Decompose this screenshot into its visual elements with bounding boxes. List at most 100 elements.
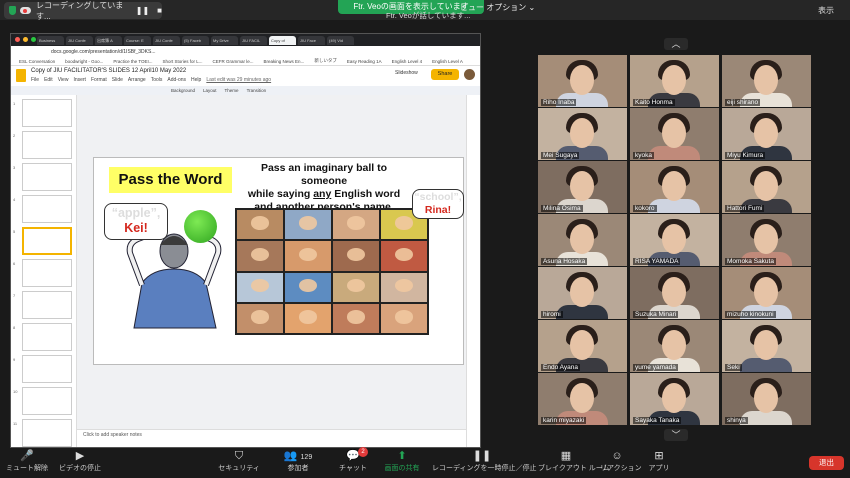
slide-thumbnail[interactable]: [22, 131, 72, 159]
participant-video-tile[interactable]: Momoka Sakuta: [722, 214, 811, 266]
menu-add-ons[interactable]: Add-ons: [167, 77, 186, 83]
menu-view[interactable]: View: [58, 77, 69, 83]
slide-thumbnail[interactable]: [22, 323, 72, 351]
participant-video-tile[interactable]: yume yamada: [630, 320, 719, 372]
bookmark-item[interactable]: English Level A: [432, 59, 463, 64]
browser-tab[interactable]: Course: E: [124, 35, 151, 45]
participant-video-tile[interactable]: Seki: [722, 320, 811, 372]
theme-button[interactable]: Theme: [225, 88, 239, 93]
participant-video-tile[interactable]: kyoka: [630, 108, 719, 160]
bookmark-item[interactable]: 新しいタブ: [314, 58, 337, 64]
maximize-window-icon[interactable]: [31, 37, 36, 42]
background-button[interactable]: Background: [171, 88, 195, 93]
menu-insert[interactable]: Insert: [73, 77, 86, 83]
current-slide[interactable]: Pass the Word Pass an imaginary ball to …: [93, 157, 464, 365]
menu-format[interactable]: Format: [91, 77, 107, 83]
browser-tab[interactable]: Business: [37, 35, 64, 45]
bookmark-item[interactable]: Practice the TOEI...: [113, 59, 152, 64]
slide-thumbnail[interactable]: [22, 387, 72, 415]
layout-button[interactable]: Layout: [203, 88, 217, 93]
browser-tab-active[interactable]: Copy of: [269, 35, 296, 45]
slide-thumbnail-selected[interactable]: [22, 227, 72, 255]
recording-indicator[interactable]: レコーディングしています... ❚❚ ■: [4, 1, 162, 21]
browser-tab[interactable]: My Drive: [211, 35, 238, 45]
participant-video-tile[interactable]: eiji shirano: [722, 55, 811, 107]
browser-tab[interactable]: (5) Faceb: [182, 35, 209, 45]
share-button[interactable]: Share: [431, 69, 459, 80]
participants-button[interactable]: 👥 129 参加者: [280, 449, 316, 478]
bookmark-item[interactable]: boodwright - Goo...: [65, 59, 103, 64]
participant-video-tile[interactable]: RISA YAMADA: [630, 214, 719, 266]
menu-edit[interactable]: Edit: [44, 77, 53, 83]
participant-video-tile[interactable]: kokoro: [630, 161, 719, 213]
display-button[interactable]: 表示: [818, 5, 834, 16]
participant-video-tile[interactable]: Kaito Honma: [630, 55, 719, 107]
menu-tools[interactable]: Tools: [151, 77, 163, 83]
menu-arrange[interactable]: Arrange: [128, 77, 146, 83]
share-screen-button[interactable]: ⬆ 画面の共有: [382, 449, 422, 478]
bookmark-item[interactable]: ESL Conversation: [19, 59, 55, 64]
participant-video-tile[interactable]: Milina Osima: [538, 161, 627, 213]
slide-thumbnail[interactable]: [22, 291, 72, 319]
participant-video-tile[interactable]: Mei Sugaya: [538, 108, 627, 160]
breakout-rooms-button[interactable]: ▦ ブレイクアウト ルーム: [538, 449, 610, 478]
menu-help[interactable]: Help: [191, 77, 201, 83]
leave-meeting-button[interactable]: 退出: [809, 456, 844, 470]
participant-video-tile[interactable]: Sayaka Tanaka: [630, 373, 719, 425]
minimize-window-icon[interactable]: [23, 37, 28, 42]
browser-tab[interactable]: 出席簿 A: [95, 35, 122, 45]
slide-thumbnail[interactable]: [22, 195, 72, 223]
google-slides-icon[interactable]: [16, 69, 26, 82]
document-title[interactable]: Copy of JIU FACILITATOR'S SLIDES 12 Apri…: [31, 68, 186, 74]
gallery-next-page-button[interactable]: ﹀: [664, 429, 688, 441]
reactions-button[interactable]: ☺ リアクション: [600, 449, 642, 478]
browser-tab[interactable]: JIU Face: [298, 35, 325, 45]
account-avatar[interactable]: [464, 69, 475, 80]
slide-thumbnail[interactable]: [22, 99, 72, 127]
security-button[interactable]: ⛉ セキュリティ: [218, 449, 260, 478]
participant-video-tile[interactable]: karin miyazaki: [538, 373, 627, 425]
pause-stop-recording-button[interactable]: ❚❚ レコーディングを一時停止／停止: [432, 449, 537, 478]
browser-tab[interactable]: JIU Confe: [66, 35, 93, 45]
zoom-control-bar: 🎤 ミュート解除 ▶ ビデオの停止 ⛉ セキュリティ 👥 129 参加者 💬 2…: [0, 447, 850, 478]
participant-video-tile[interactable]: Suzuka Minari: [630, 267, 719, 319]
participant-video-tile[interactable]: Riho Inaba: [538, 55, 627, 107]
bookmark-item[interactable]: English Level 4: [392, 59, 423, 64]
participant-video-tile[interactable]: Endo Ayana: [538, 320, 627, 372]
slide-thumbnail[interactable]: [22, 259, 72, 287]
speaker-notes[interactable]: Click to add speaker notes: [77, 429, 466, 447]
browser-tab[interactable]: JIU FACIL: [240, 35, 267, 45]
pause-recording-button[interactable]: ❚❚: [136, 6, 149, 15]
bookmark-item[interactable]: Easy Reading 1A: [347, 59, 382, 64]
last-edit-link[interactable]: Last edit was 29 minutes ago: [206, 77, 271, 83]
slide-thumbnail[interactable]: [22, 355, 72, 383]
slide-thumbnail[interactable]: [22, 419, 72, 447]
browser-tab[interactable]: (49) Vid: [327, 35, 354, 45]
participant-video-tile[interactable]: Hattori Fumi: [722, 161, 811, 213]
bookmark-item[interactable]: CEFR Grammar le...: [213, 59, 254, 64]
menu-slide[interactable]: Slide: [112, 77, 123, 83]
participant-video-tile[interactable]: hiromi: [538, 267, 627, 319]
close-window-icon[interactable]: [15, 37, 20, 42]
slide-canvas[interactable]: Pass the Word Pass an imaginary ball to …: [77, 95, 466, 429]
menu-file[interactable]: File: [31, 77, 39, 83]
stop-video-button[interactable]: ▶ ビデオの停止: [56, 449, 104, 478]
slide-thumbnail[interactable]: [22, 163, 72, 191]
bookmark-item[interactable]: Breaking News En...: [264, 59, 305, 64]
stop-recording-button[interactable]: ■: [157, 6, 162, 15]
unmute-button[interactable]: 🎤 ミュート解除: [6, 449, 48, 478]
participant-video-tile[interactable]: Asuna Hosaka: [538, 214, 627, 266]
bookmark-item[interactable]: Short Stories for L...: [163, 59, 203, 64]
participant-video-tile[interactable]: shinya: [722, 373, 811, 425]
transition-button[interactable]: Transition: [247, 88, 267, 93]
chat-button[interactable]: 💬 2 チャット: [338, 447, 368, 478]
address-bar[interactable]: docs.google.com/presentation/d/1ISBf_3DK…: [11, 46, 480, 57]
browser-tab[interactable]: JIU Confe: [153, 35, 180, 45]
participant-video-tile[interactable]: mizuho kinokuni: [722, 267, 811, 319]
participant-video-tile[interactable]: Miyu Kimura: [722, 108, 811, 160]
apps-button[interactable]: ⊞ アプリ: [646, 449, 672, 478]
participant-face: [662, 277, 686, 307]
gallery-prev-page-button[interactable]: ︿: [664, 38, 688, 50]
slideshow-button[interactable]: Slideshow: [395, 70, 418, 76]
view-options-button[interactable]: ビュー オプション ⌄: [460, 2, 535, 13]
